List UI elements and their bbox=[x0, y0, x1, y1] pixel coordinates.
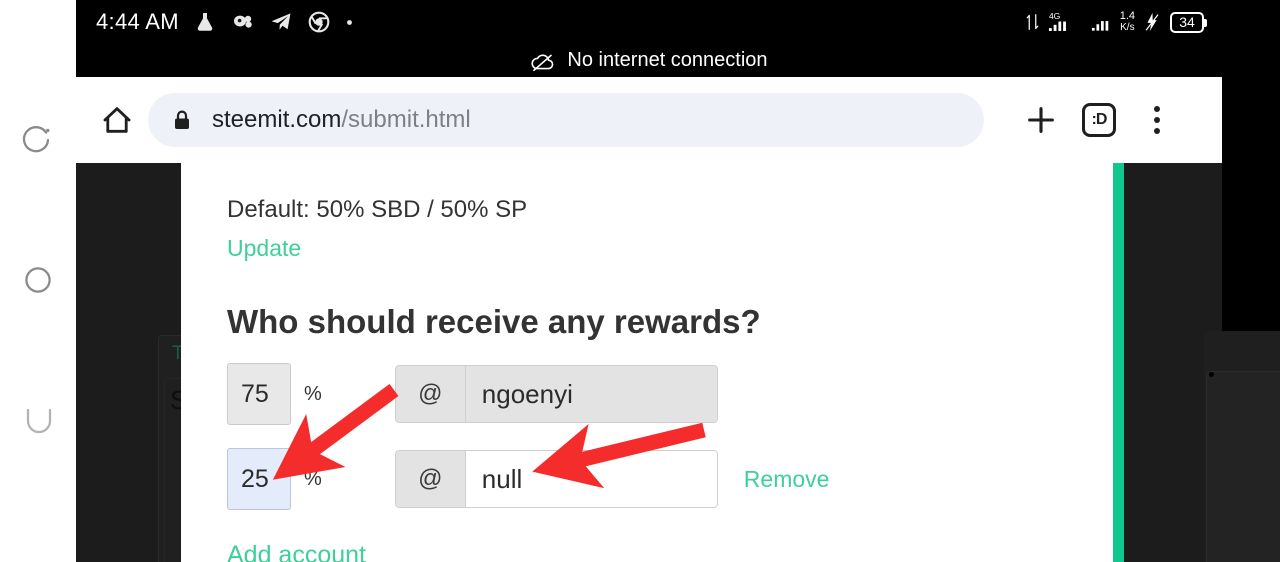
plus-icon bbox=[1028, 107, 1054, 133]
percent-input[interactable]: 25 bbox=[227, 448, 291, 510]
signal-bars-secondary-icon bbox=[1091, 10, 1111, 34]
home-icon bbox=[103, 107, 131, 133]
three-dot-menu-icon bbox=[1154, 106, 1160, 134]
battery-icon: 34 bbox=[1170, 11, 1207, 33]
percent-input[interactable]: 75 bbox=[227, 363, 291, 425]
flask-icon bbox=[193, 10, 217, 34]
clock-label: 4:44 AM bbox=[96, 9, 179, 34]
dot-icon bbox=[345, 18, 354, 27]
url-path: /submit.html bbox=[341, 106, 471, 133]
status-bar-left: 4:44 AM bbox=[76, 9, 354, 35]
beneficiary-row: 75 % @ ngoenyi bbox=[227, 363, 718, 425]
url-text: steemit.com/submit.html bbox=[212, 106, 471, 134]
url-host: steemit.com bbox=[212, 106, 342, 133]
green-accent-rail bbox=[1113, 163, 1124, 562]
browser-toolbar: steemit.com/submit.html :D bbox=[76, 77, 1222, 163]
tab-switcher-button[interactable]: :D bbox=[1070, 91, 1128, 149]
phone-screenshot: Template will g See w Default: 50% SBD /… bbox=[0, 0, 1280, 562]
percent-symbol: % bbox=[304, 382, 322, 405]
default-payout-text: Default: 50% SBD / 50% SP bbox=[227, 196, 528, 223]
percent-symbol: % bbox=[304, 467, 322, 490]
data-transfer-icon bbox=[1026, 11, 1039, 33]
browser-menu-button[interactable] bbox=[1128, 91, 1186, 149]
at-prefix-icon: @ bbox=[394, 365, 465, 423]
rewards-heading: Who should receive any rewards? bbox=[227, 303, 761, 340]
at-prefix-icon: @ bbox=[394, 450, 465, 508]
add-account-link[interactable]: Add account bbox=[227, 541, 366, 562]
network-speed-value: 1.4 bbox=[1119, 10, 1135, 22]
background-right-inner-card bbox=[1206, 371, 1280, 562]
account-input-group: @ ngoenyi bbox=[394, 365, 718, 423]
signal-bars-icon: 4G bbox=[1048, 10, 1082, 34]
home-circle-icon[interactable] bbox=[20, 262, 56, 298]
gesture-nav-strip bbox=[0, 0, 76, 562]
network-speed: 1.4 K/s bbox=[1119, 10, 1135, 34]
cloud-off-icon bbox=[531, 54, 554, 71]
account-input-group: @ null bbox=[394, 450, 718, 508]
new-tab-button[interactable] bbox=[1012, 91, 1070, 149]
chrome-icon bbox=[307, 10, 331, 34]
account-name-input[interactable]: ngoenyi bbox=[464, 365, 718, 423]
lock-icon bbox=[175, 110, 189, 129]
status-bar: 4:44 AM 4G 1.4 K/s 34 bbox=[76, 0, 1222, 44]
refresh-arc-icon[interactable] bbox=[20, 122, 56, 158]
url-bar[interactable]: steemit.com/submit.html bbox=[148, 93, 984, 147]
remove-beneficiary-link[interactable]: Remove bbox=[744, 466, 830, 493]
offline-banner-text: No internet connection bbox=[567, 49, 768, 71]
background-bullet-dot bbox=[1209, 372, 1214, 377]
charging-bolt-icon bbox=[1144, 11, 1161, 33]
telegram-icon bbox=[269, 10, 293, 34]
status-bar-right: 4G 1.4 K/s 34 bbox=[1026, 10, 1222, 34]
tab-count-label: :D bbox=[1082, 103, 1116, 137]
submit-form-panel: Default: 50% SBD / 50% SP Update Who sho… bbox=[181, 163, 1113, 562]
network-speed-unit: K/s bbox=[1120, 22, 1135, 33]
home-button[interactable] bbox=[94, 97, 140, 143]
back-arc-icon[interactable] bbox=[20, 402, 56, 438]
account-name-input[interactable]: null bbox=[464, 450, 718, 508]
svg-text:4G: 4G bbox=[1049, 11, 1060, 21]
beneficiary-row: 25 % @ null Remove bbox=[227, 448, 829, 510]
update-link[interactable]: Update bbox=[227, 235, 301, 262]
battery-level-label: 34 bbox=[1179, 13, 1195, 30]
game-controller-icon bbox=[231, 10, 255, 34]
offline-banner: No internet connection bbox=[76, 44, 1222, 77]
